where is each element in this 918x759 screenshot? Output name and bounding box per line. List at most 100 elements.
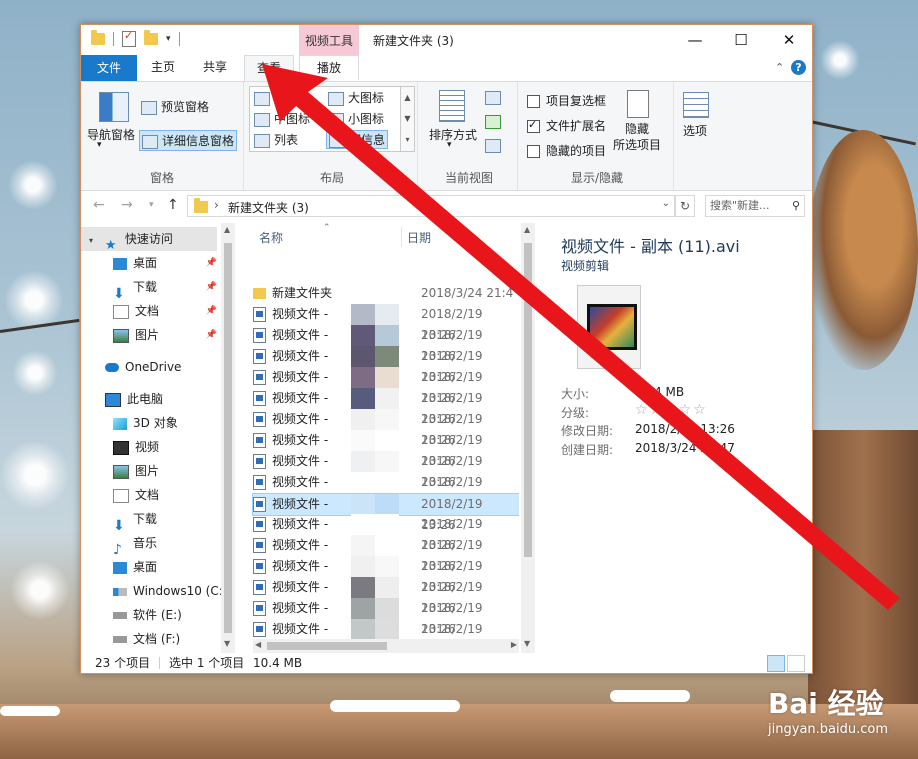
ribbon-collapse-icon[interactable]: ⌃	[775, 61, 784, 74]
table-row[interactable]: 视频文件 -2018/2/19 13:26	[253, 451, 519, 489]
rating-stars[interactable]: ☆☆☆☆☆	[635, 402, 708, 418]
add-columns-button[interactable]	[485, 114, 505, 129]
maximize-button[interactable]: ☐	[718, 25, 764, 55]
scroll-down-icon[interactable]: ▼	[524, 639, 530, 648]
address-bar[interactable]: › 新建文件夹 (3) ⌄	[187, 195, 675, 217]
table-row[interactable]: 视频文件 -2018/2/19 13:26	[253, 430, 519, 468]
recent-locations-icon[interactable]: ▾	[149, 200, 154, 210]
help-icon[interactable]: ?	[791, 60, 806, 75]
nav-scrollbar[interactable]: ▲ ▼	[221, 223, 235, 653]
sidebar-item-music[interactable]: ♪ 音乐	[113, 531, 157, 558]
tab-home[interactable]: 主页	[141, 55, 185, 79]
tab-view[interactable]: 查看	[244, 55, 294, 82]
sidebar-item-desktop[interactable]: 桌面 📌	[113, 251, 217, 275]
tab-share[interactable]: 共享	[193, 55, 237, 79]
hide-selected-label-1[interactable]: 隐藏	[625, 120, 649, 137]
pin-icon[interactable]: 📌	[206, 251, 217, 275]
scroll-right-icon[interactable]: ▶	[511, 640, 517, 649]
sidebar-item-this-pc[interactable]: 此电脑	[105, 387, 163, 411]
folder-row[interactable]: 新建文件夹 2018/3/24 21:4	[253, 283, 519, 304]
table-row[interactable]: 视频文件 -2018/2/19 13:26	[253, 409, 519, 447]
scroll-up-icon[interactable]: ▲	[524, 225, 530, 234]
file-list-scrollbar[interactable]: ▲ ▼	[521, 223, 535, 653]
hide-selected-label-2[interactable]: 所选项目	[613, 136, 661, 153]
nav-scrollbar-thumb[interactable]	[224, 243, 232, 633]
sidebar-item-onedrive[interactable]: OneDrive	[105, 355, 181, 379]
table-row[interactable]: 视频文件 -2018/2/19 13:26	[253, 304, 519, 342]
minimize-button[interactable]: —	[672, 25, 718, 55]
folder-icon[interactable]	[91, 30, 105, 45]
table-row[interactable]: 视频文件 -2018/2/19 13:26	[252, 493, 519, 532]
details-pane-button[interactable]: 详细信息窗格	[139, 130, 238, 151]
layout-large-icons[interactable]: 大图标	[328, 89, 384, 106]
layout-medium-icons[interactable]: 中图标	[254, 110, 310, 127]
close-button[interactable]: ✕	[766, 25, 812, 55]
address-dropdown-icon[interactable]: ⌄	[662, 198, 670, 209]
sidebar-item-drive-f[interactable]: 文档 (F:)	[113, 627, 180, 651]
search-input[interactable]: 搜索"新建... ⚲	[705, 195, 805, 217]
pin-icon[interactable]: 📌	[206, 323, 217, 347]
sidebar-item-desktop-pc[interactable]: 桌面	[113, 555, 157, 579]
table-row[interactable]: 视频文件 -2018/2/19 13:26	[253, 514, 519, 552]
sidebar-item-videos[interactable]: 视频	[113, 435, 159, 459]
layout-gallery-scroll[interactable]: ▲ ▼ ▾	[400, 86, 415, 152]
document-icon	[113, 304, 129, 319]
sidebar-item-pictures[interactable]: 图片 📌	[113, 323, 217, 347]
table-row[interactable]: 视频文件 -2018/2/19 13:26	[253, 535, 519, 573]
table-row[interactable]: 视频文件 -2018/2/19 13:26	[253, 346, 519, 384]
layout-extra-large-icons[interactable]: 超	[254, 89, 286, 106]
table-row[interactable]: 视频文件 -2018/2/19 13:26	[253, 556, 519, 594]
file-list-h-scrollbar[interactable]: ◀ ▶	[253, 639, 519, 653]
sidebar-item-downloads-pc[interactable]: ⬇ 下载	[113, 507, 157, 534]
pixelated-redaction	[351, 304, 399, 325]
file-extensions-toggle[interactable]: 文件扩展名	[527, 117, 606, 134]
size-columns-button[interactable]	[485, 138, 505, 153]
sidebar-item-3d-objects[interactable]: 3D 对象	[113, 411, 178, 435]
pin-icon[interactable]: 📌	[206, 299, 217, 323]
scroll-up-icon[interactable]: ▲	[224, 225, 230, 234]
table-row[interactable]: 视频文件 -2018/2/19 13:26	[253, 325, 519, 363]
sidebar-item-quick-access[interactable]: ▾ ★ 快速访问	[81, 227, 217, 253]
sidebar-item-pictures-pc[interactable]: 图片	[113, 459, 159, 483]
layout-small-icons[interactable]: 小图标	[328, 110, 384, 127]
back-icon[interactable]: ←	[93, 197, 105, 213]
sort-by-button[interactable]: 排序方式	[429, 126, 477, 143]
sidebar-item-drive-c[interactable]: Windows10 (C:	[113, 579, 223, 603]
table-row[interactable]: 视频文件 -2018/2/19 13:26	[253, 577, 519, 615]
layout-list[interactable]: 列表	[254, 131, 298, 148]
scroll-down-icon[interactable]: ▼	[224, 639, 230, 648]
large-icons-view-icon[interactable]	[787, 655, 805, 672]
navigation-pane-button[interactable]: 导航窗格	[87, 126, 135, 143]
sidebar-item-downloads[interactable]: ⬇ 下载 📌	[113, 275, 217, 302]
breadcrumb[interactable]: 新建文件夹 (3)	[228, 199, 309, 216]
table-row[interactable]: 视频文件 -2018/2/19 13:26	[253, 472, 519, 510]
preview-pane-button[interactable]: 预览窗格	[141, 98, 209, 115]
customize-toolbar-icon[interactable]: ▾	[166, 34, 171, 44]
column-header-date[interactable]: 日期	[407, 229, 431, 246]
table-row[interactable]: 视频文件 -2018/2/19 13:26	[253, 619, 519, 653]
forward-icon[interactable]: →	[121, 197, 133, 213]
table-row[interactable]: 视频文件 -2018/2/19 13:26	[253, 388, 519, 426]
item-checkboxes-toggle[interactable]: 项目复选框	[527, 92, 606, 109]
table-row[interactable]: 视频文件 -2018/2/19 13:26	[253, 598, 519, 636]
pin-icon[interactable]: 📌	[206, 275, 217, 299]
group-by-button[interactable]	[485, 90, 505, 105]
properties-icon[interactable]	[122, 29, 136, 47]
refresh-icon[interactable]: ↻	[675, 195, 695, 217]
scroll-left-icon[interactable]: ◀	[255, 640, 261, 649]
table-row[interactable]: 视频文件 -2018/2/19 13:26	[253, 367, 519, 405]
file-list-h-scrollbar-thumb[interactable]	[267, 642, 387, 650]
sidebar-item-documents[interactable]: 文档 📌	[113, 299, 217, 323]
sidebar-item-drive-e[interactable]: 软件 (E:)	[113, 603, 182, 627]
tab-play[interactable]: 播放	[299, 55, 359, 80]
details-view-icon[interactable]	[767, 655, 785, 672]
column-header-name[interactable]: 名称	[259, 229, 283, 246]
hidden-items-toggle[interactable]: 隐藏的项目	[527, 142, 606, 159]
up-icon[interactable]: ↑	[167, 197, 179, 213]
new-folder-icon[interactable]	[144, 30, 158, 45]
options-button[interactable]: 选项	[683, 122, 707, 139]
tab-file[interactable]: 文件	[81, 55, 137, 81]
file-list-scrollbar-thumb[interactable]	[524, 243, 532, 557]
sidebar-item-documents-pc[interactable]: 文档	[113, 483, 159, 507]
layout-details[interactable]: 细信息	[326, 130, 389, 149]
